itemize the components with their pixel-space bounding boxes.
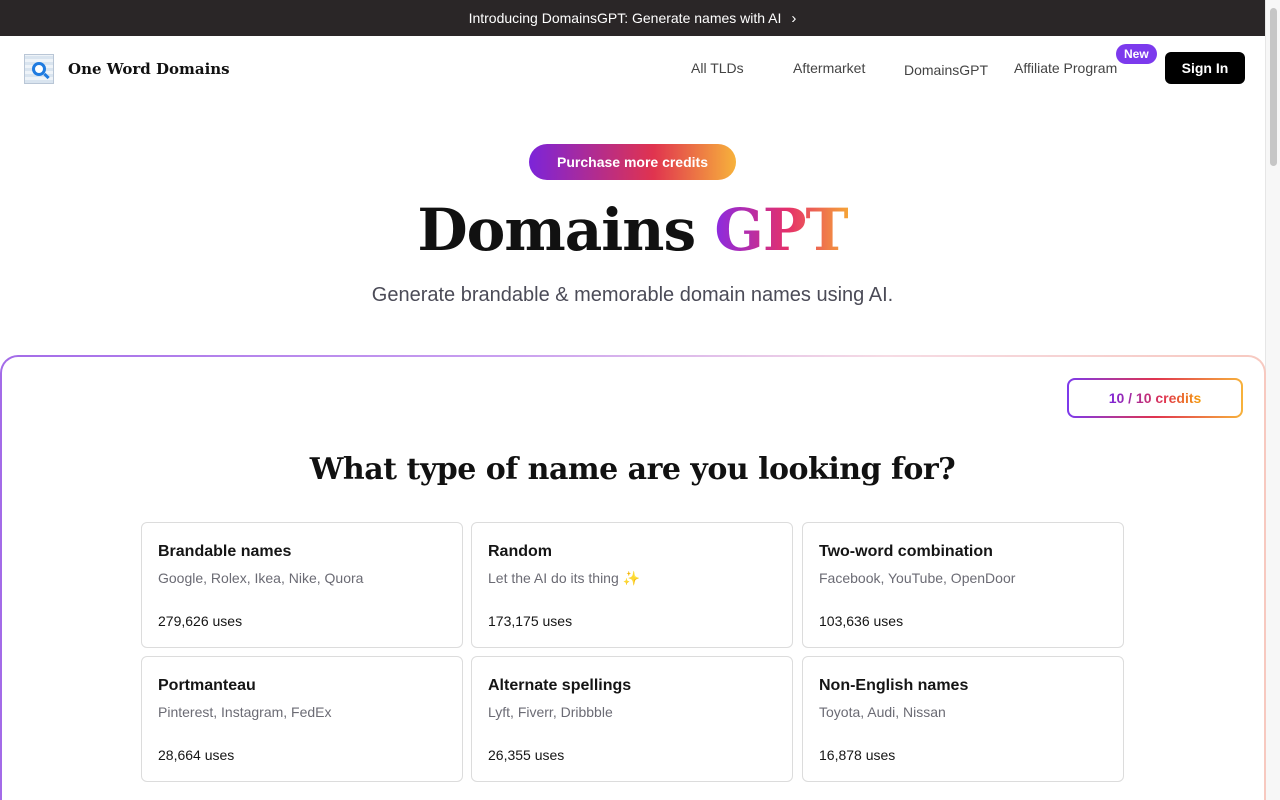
card-description: Toyota, Audi, Nissan [819,704,946,720]
purchase-credits-button[interactable]: Purchase more credits [529,144,736,180]
card-uses: 16,878 uses [819,747,896,763]
card-uses: 103,636 uses [819,613,904,629]
credits-badge[interactable]: 10 / 10 credits [1067,378,1243,418]
card-title: Alternate spellings [488,677,632,694]
magnifier-icon [32,62,46,76]
nav-link-affiliate-program[interactable]: Affiliate Program [1014,60,1117,76]
logo-icon[interactable] [24,54,54,84]
card-uses: 279,626 uses [158,613,243,629]
nav-link-aftermarket[interactable]: Aftermarket [793,60,865,76]
card-title: Non-English names [819,677,969,694]
new-badge: New [1116,44,1157,64]
credits-text: 10 / 10 credits [1108,390,1202,406]
card-description: Lyft, Fiverr, Dribbble [488,704,613,720]
scrollbar[interactable] [1265,0,1280,800]
card-uses: 173,175 uses [488,613,573,629]
card-title: Two-word combination [819,543,993,560]
announcement-text[interactable]: Introducing DomainsGPT: Generate names w… [469,10,782,26]
card-description: Google, Rolex, Ikea, Nike, Quora [158,570,364,586]
card-uses: 28,664 uses [158,747,235,763]
page-title: Domains GPT [0,196,1265,264]
announcement-bar[interactable]: Introducing DomainsGPT: Generate names w… [0,0,1265,36]
card-description: Let the AI do its thing ✨ [488,570,641,586]
card-description: Facebook, YouTube, OpenDoor [819,570,1016,586]
name-type-card-portmanteau[interactable]: Portmanteau Pinterest, Instagram, FedEx … [141,656,463,782]
name-type-card-brandable[interactable]: Brandable names Google, Rolex, Ikea, Nik… [141,522,463,648]
card-title: Portmanteau [158,677,256,694]
name-type-card-alternate-spellings[interactable]: Alternate spellings Lyft, Fiverr, Dribbb… [471,656,793,782]
brand-name[interactable]: One Word Domains [68,60,230,78]
card-uses: 26,355 uses [488,747,565,763]
scrollbar-thumb[interactable] [1270,8,1277,166]
nav-link-domainsgpt[interactable]: DomainsGPT [904,62,988,78]
name-type-question: What type of name are you looking for? [309,452,956,487]
name-type-card-non-english[interactable]: Non-English names Toyota, Audi, Nissan 1… [802,656,1124,782]
card-title: Random [488,543,552,560]
name-type-card-random[interactable]: Random Let the AI do its thing ✨ 173,175… [471,522,793,648]
card-description: Pinterest, Instagram, FedEx [158,704,332,720]
name-type-card-two-word[interactable]: Two-word combination Facebook, YouTube, … [802,522,1124,648]
title-accent: GPT [714,196,848,264]
card-title: Brandable names [158,543,292,560]
nav-link-all-tlds[interactable]: All TLDs [691,60,744,76]
chevron-right-icon[interactable]: › [791,10,796,27]
top-nav: One Word Domains All TLDs Aftermarket Do… [0,36,1265,100]
sign-in-button[interactable]: Sign In [1165,52,1245,84]
title-main: Domains [417,196,696,264]
page-subtitle: Generate brandable & memorable domain na… [371,284,894,306]
